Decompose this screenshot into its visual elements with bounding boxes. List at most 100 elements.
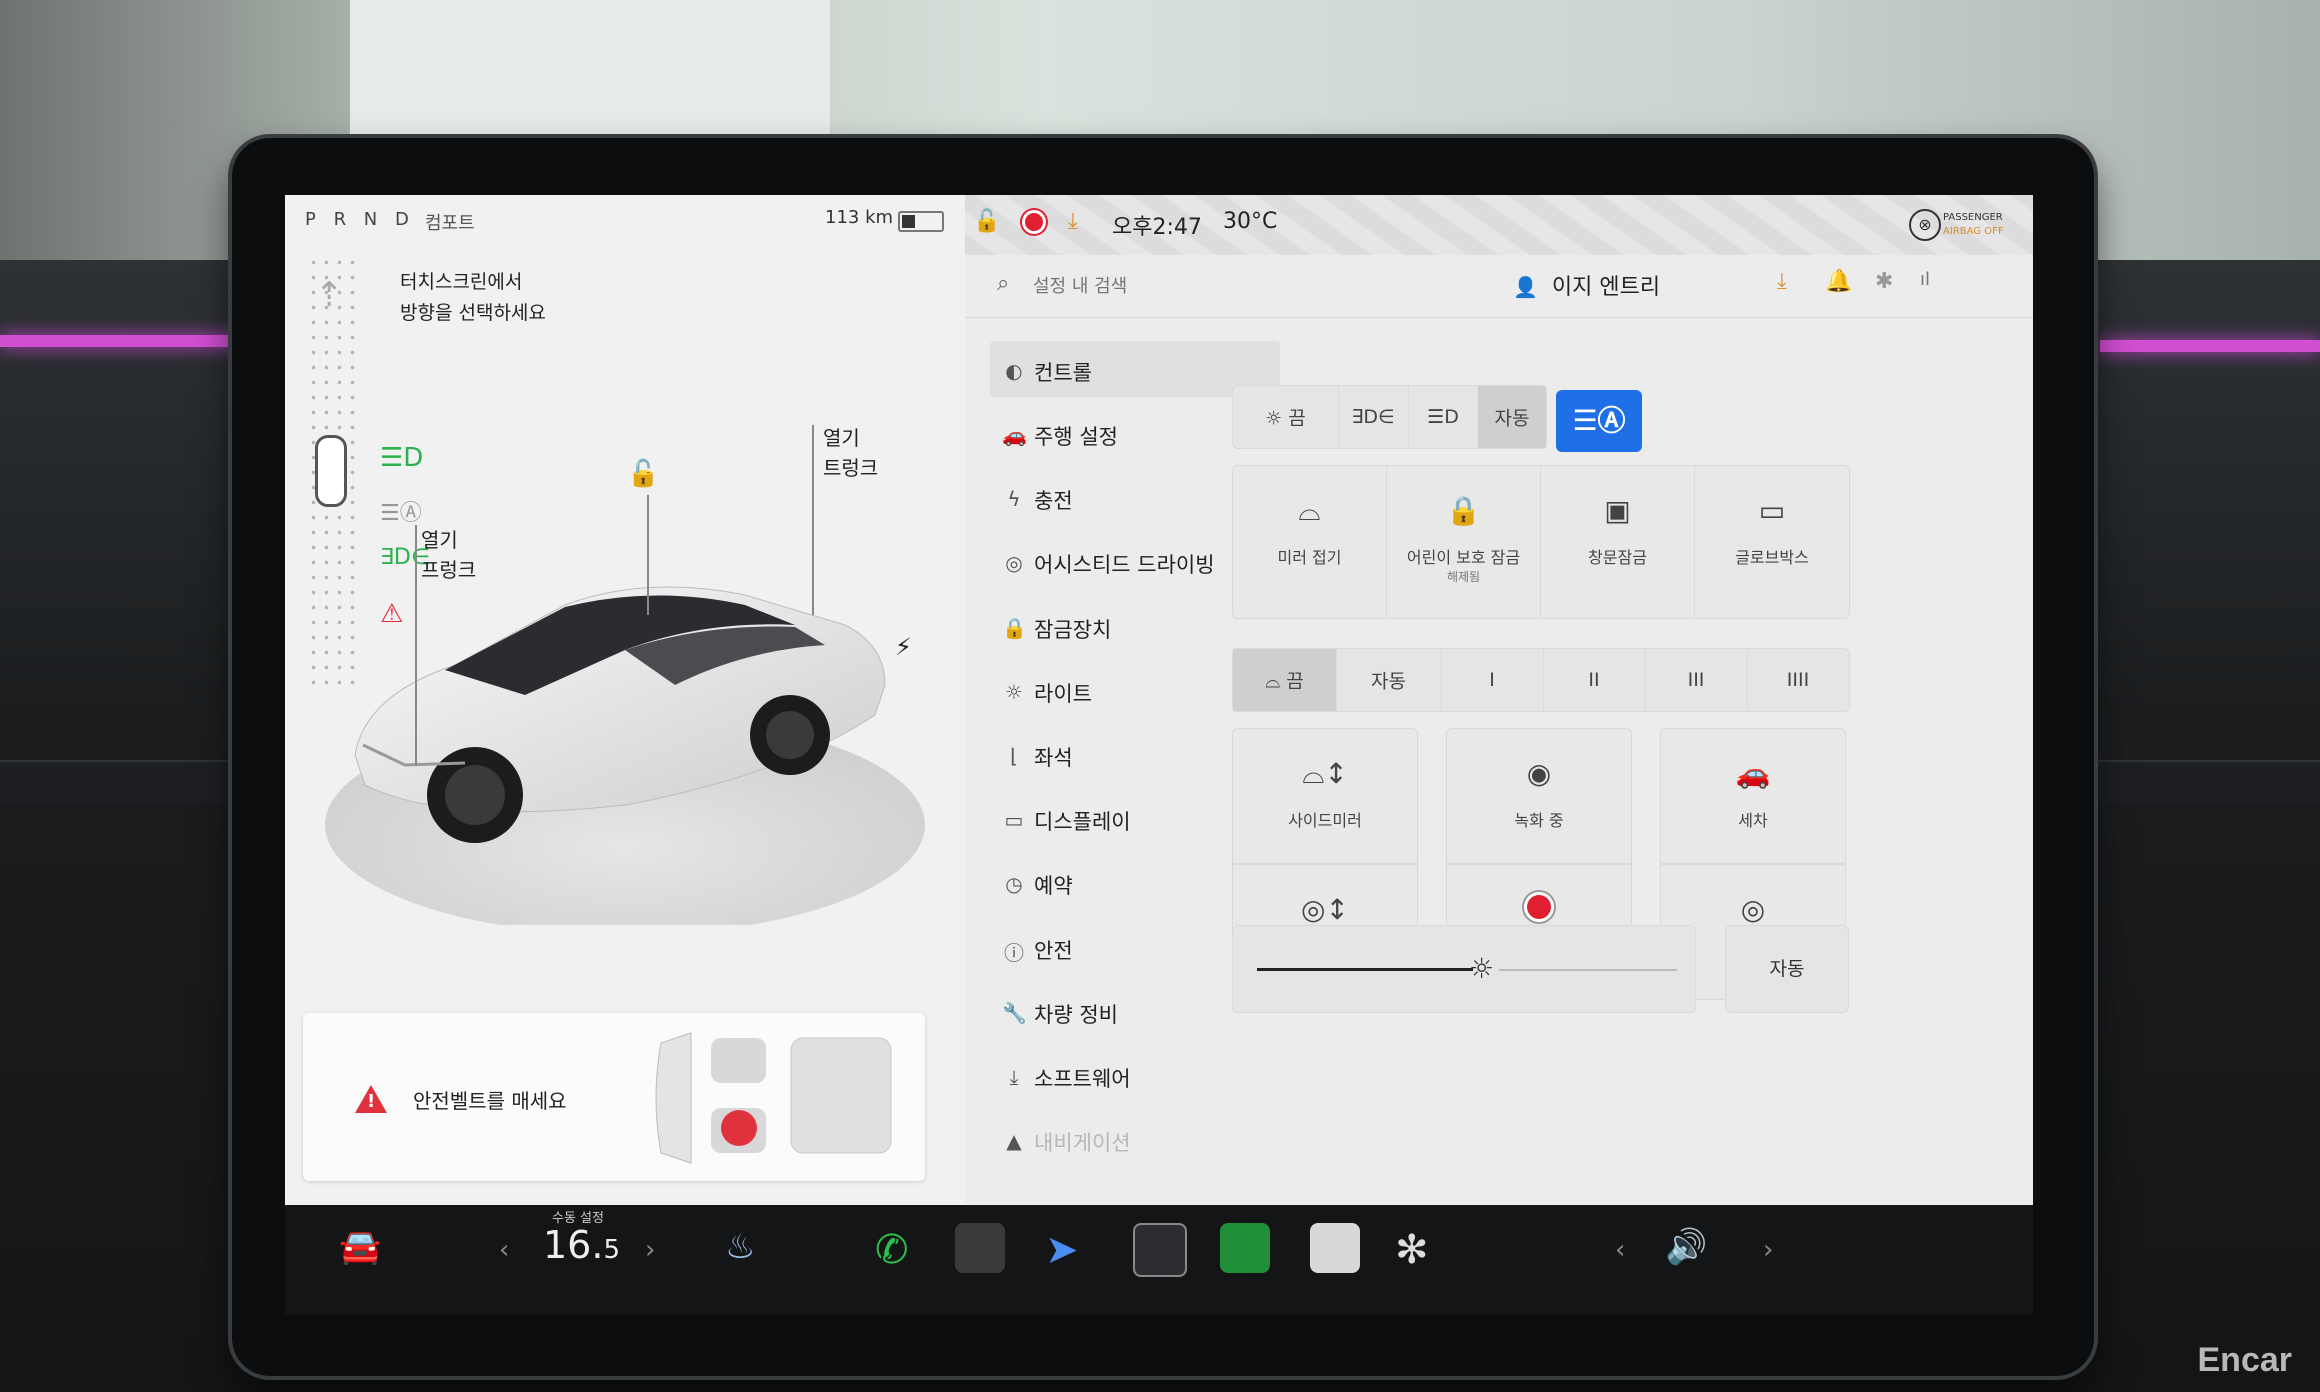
brightness-sun-icon[interactable]: ☼ xyxy=(1469,952,1494,985)
brightness-track xyxy=(1499,969,1677,971)
frunk-open-button[interactable]: 열기 프렁크 xyxy=(421,525,476,585)
airbag-line2: AIRBAG OFF xyxy=(1943,226,2004,237)
info-icon: ⓘ xyxy=(1004,940,1024,965)
lights-auto-button[interactable]: 자동 xyxy=(1478,386,1546,448)
seat-heater-icon[interactable]: ♨ xyxy=(725,1227,755,1267)
menu-item-label: 안전 xyxy=(1034,938,1073,963)
window-lock-icon: ▣ xyxy=(1604,494,1631,527)
cabin-temperature[interactable]: 16.5 xyxy=(543,1223,620,1267)
sentry-icon xyxy=(1447,893,1631,926)
airbag-off-icon: ⊗ xyxy=(1909,209,1941,241)
mirror-fold-button[interactable]: ⌓ 미러 접기 xyxy=(1232,465,1387,619)
wiper-speed-3[interactable]: III xyxy=(1645,649,1748,711)
range-readout[interactable]: 113 km xyxy=(825,207,893,228)
menu-item-label: 디스플레이 xyxy=(1034,810,1131,835)
volume-down-chevron-icon[interactable]: ‹ xyxy=(1615,1235,1625,1265)
glovebox-button[interactable]: ▭ 글로브박스 xyxy=(1694,465,1850,619)
car-icon[interactable]: 🚘 xyxy=(339,1227,381,1267)
car-icon: 🚗 xyxy=(1002,423,1027,447)
seatbelt-alert-text: 안전벨트를 매세요 xyxy=(413,1089,567,1113)
bell-icon[interactable]: 🔔 xyxy=(1825,269,1852,294)
toggle-icon: ◐ xyxy=(1005,359,1023,383)
dashcam-icon: ◉ xyxy=(1526,757,1552,790)
side-mirror-adjust-button[interactable]: ⌓↕ 사이드미러 xyxy=(1232,728,1418,864)
drive-mode[interactable]: 컴포트 xyxy=(425,209,475,235)
download-icon[interactable]: ⤓ xyxy=(1068,209,1078,234)
download-icon: ⤓ xyxy=(1009,1064,1019,1089)
battery-fill xyxy=(902,215,916,228)
wiper-off-button[interactable]: ⌓ 끔 xyxy=(1233,649,1337,711)
car-3d-render[interactable] xyxy=(325,445,945,925)
sun-icon: ☼ xyxy=(1265,407,1283,430)
lock-status-icon[interactable]: 🔓 xyxy=(973,209,1000,234)
dashcam-button[interactable]: ◉ 녹화 중 xyxy=(1446,728,1632,864)
menu-item[interactable]: ▲ 내비게이션 xyxy=(990,1111,1290,1175)
profile-button[interactable]: 👤 이지 엔트리 xyxy=(1513,269,1660,301)
navigation-icon: ▲ xyxy=(1006,1129,1022,1154)
bluetooth-icon[interactable]: ✱ xyxy=(1875,269,1893,294)
lights-off-label: 끔 xyxy=(1288,407,1306,430)
lte-signal-icon: ıl xyxy=(1920,269,1931,290)
trunk-callout-line xyxy=(812,425,814,615)
auto-highbeam-icon: ☰Ⓐ xyxy=(1572,404,1626,437)
wrench-icon: 🔧 xyxy=(1002,1000,1027,1025)
menu-item[interactable]: ⤓ 소프트웨어 xyxy=(990,1047,1290,1111)
brightness-slider[interactable]: ☼ xyxy=(1232,925,1696,1013)
brightness-auto-button[interactable]: 자동 xyxy=(1725,925,1849,1013)
child-lock-icon: 🔒 xyxy=(1446,494,1481,527)
navigation-icon[interactable]: ➤ xyxy=(1045,1227,1079,1273)
lights-off-button[interactable]: ☼ 끔 xyxy=(1233,386,1339,448)
camera-icon[interactable] xyxy=(955,1223,1005,1273)
touchscreen: P R N D 컴포트 113 km ⇡ 터치스크린에서 방향을 선택하세요 ☰… xyxy=(285,195,2033,1205)
menu-item-label: 컨트롤 xyxy=(1034,361,1092,385)
battery-icon xyxy=(898,211,944,232)
bolt-icon: ϟ xyxy=(1007,487,1021,512)
software-download-icon[interactable]: ⤓ xyxy=(1777,269,1787,294)
wiper-speed-2[interactable]: II xyxy=(1543,649,1646,711)
lights-selector: ☼ 끔 ∃D∈ ☰D 자동 xyxy=(1232,385,1547,449)
steering-wheel-icon: ◎ xyxy=(1005,551,1023,576)
wiper-speed-4[interactable]: IIII xyxy=(1747,649,1849,711)
seat-icon: ⌊ xyxy=(1010,743,1018,768)
charge-port-icon[interactable]: ⚡ xyxy=(895,633,912,661)
direction-hint: 터치스크린에서 방향을 선택하세요 xyxy=(400,271,546,324)
menu-item-label: 소프트웨어 xyxy=(1034,1066,1131,1091)
profile-name: 이지 엔트리 xyxy=(1551,275,1661,300)
fan-icon[interactable]: ✻ xyxy=(1395,1227,1429,1273)
wiper-off-label: 끔 xyxy=(1286,670,1304,693)
volume-icon[interactable]: 🔊 xyxy=(1665,1227,1707,1267)
toybox-icon[interactable] xyxy=(1133,1223,1187,1277)
car-wash-button[interactable]: 🚗 세차 xyxy=(1660,728,1846,864)
unlock-icon[interactable]: 🔓 xyxy=(627,459,659,489)
menu-item-label: 어시스티드 드라이빙 xyxy=(1034,553,1215,578)
phone-icon[interactable]: ✆ xyxy=(875,1227,909,1273)
settings-search-input[interactable] xyxy=(1031,267,1335,305)
energy-chart-icon[interactable] xyxy=(1220,1223,1270,1273)
seatbelt-alert-card: ! 안전벨트를 매세요 xyxy=(303,1013,925,1181)
child-lock-button[interactable]: 🔒 어린이 보호 잠금 해제됨 xyxy=(1386,465,1541,619)
wiper-selector: ⌓ 끔 자동 I II III IIII xyxy=(1232,648,1850,712)
passenger-airbag-status: ⊗ PASSENGER AIRBAG OFF xyxy=(1909,205,2019,245)
volume-up-chevron-icon[interactable]: › xyxy=(1763,1235,1773,1265)
temp-up-chevron-icon[interactable]: › xyxy=(645,1235,655,1265)
watermark: Encar xyxy=(2197,1341,2293,1379)
trunk-open-button[interactable]: 열기 트렁크 xyxy=(823,423,878,483)
temp-down-chevron-icon[interactable]: ‹ xyxy=(499,1235,509,1265)
menu-item-label: 예약 xyxy=(1034,874,1073,899)
clock-icon: ◷ xyxy=(1005,872,1023,897)
low-beam-button[interactable]: ☰D xyxy=(1408,386,1479,448)
menu-item-label: 라이트 xyxy=(1034,681,1092,706)
display-icon: ▭ xyxy=(1004,808,1024,833)
menu-item-label: 차량 정비 xyxy=(1034,1002,1118,1027)
window-lock-button[interactable]: ▣ 창문잠금 xyxy=(1540,465,1695,619)
auto-highbeam-button[interactable]: ☰Ⓐ xyxy=(1556,390,1642,452)
manual-info-icon[interactable] xyxy=(1310,1223,1360,1273)
wiper-auto-button[interactable]: 자동 xyxy=(1336,649,1442,711)
neutral-icon: ◎ xyxy=(1740,893,1766,926)
seat-map-diagram xyxy=(655,1032,892,1164)
wiper-speed-1[interactable]: I xyxy=(1441,649,1544,711)
parking-lights-button[interactable]: ∃D∈ xyxy=(1338,386,1409,448)
dashcam-record-icon[interactable] xyxy=(1025,213,1043,231)
settings-panel: ⌕ 👤 이지 엔트리 ⤓ 🔔 ✱ ıl ◐ 컨트롤 🚗 주행 설정 ϟ 충전 ◎ 어시스티드 드… xyxy=(965,255,2033,1205)
arrow-up-icon[interactable]: ⇡ xyxy=(315,275,344,315)
